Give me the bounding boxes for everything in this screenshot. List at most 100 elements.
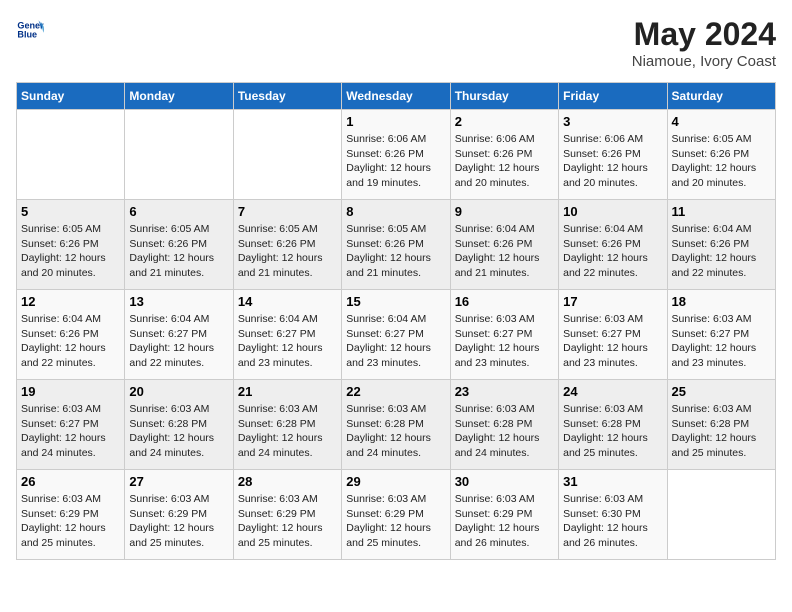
calendar-cell: 7 Sunrise: 6:05 AM Sunset: 6:26 PM Daylig… <box>233 200 341 290</box>
location-subtitle: Niamoue, Ivory Coast <box>632 53 776 70</box>
day-info: Sunrise: 6:03 AM Sunset: 6:28 PM Dayligh… <box>346 402 445 461</box>
calendar-cell <box>17 110 125 200</box>
calendar-cell: 2 Sunrise: 6:06 AM Sunset: 6:26 PM Daylig… <box>450 110 558 200</box>
day-number: 1 <box>346 114 445 129</box>
day-number: 23 <box>455 384 554 399</box>
day-info: Sunrise: 6:03 AM Sunset: 6:29 PM Dayligh… <box>346 492 445 551</box>
calendar-cell: 28 Sunrise: 6:03 AM Sunset: 6:29 PM Dayli… <box>233 470 341 560</box>
day-number: 3 <box>563 114 662 129</box>
day-number: 18 <box>672 294 771 309</box>
weekday-header-thursday: Thursday <box>450 83 558 110</box>
day-number: 2 <box>455 114 554 129</box>
week-row-2: 5 Sunrise: 6:05 AM Sunset: 6:26 PM Daylig… <box>17 200 776 290</box>
day-info: Sunrise: 6:04 AM Sunset: 6:27 PM Dayligh… <box>346 312 445 371</box>
calendar-cell: 8 Sunrise: 6:05 AM Sunset: 6:26 PM Daylig… <box>342 200 450 290</box>
week-row-5: 26Sunrise: 6:03 AM Sunset: 6:29 PM Dayli… <box>17 470 776 560</box>
day-number: 25 <box>672 384 771 399</box>
calendar-cell: 6 Sunrise: 6:05 AM Sunset: 6:26 PM Daylig… <box>125 200 233 290</box>
calendar-cell: 16 Sunrise: 6:03 AM Sunset: 6:27 PM Dayli… <box>450 290 558 380</box>
calendar-table: SundayMondayTuesdayWednesdayThursdayFrid… <box>16 82 776 560</box>
day-number: 5 <box>21 204 120 219</box>
day-number: 20 <box>129 384 228 399</box>
day-number: 31 <box>563 474 662 489</box>
calendar-cell: 25 Sunrise: 6:03 AM Sunset: 6:28 PM Dayli… <box>667 380 775 470</box>
day-info: Sunrise: 6:03 AM Sunset: 6:30 PM Dayligh… <box>563 492 662 551</box>
day-info: Sunrise: 6:03 AM Sunset: 6:29 PM Dayligh… <box>238 492 337 551</box>
logo: General Blue <box>16 16 44 44</box>
day-info: Sunrise: 6:04 AM Sunset: 6:26 PM Dayligh… <box>672 222 771 281</box>
calendar-cell <box>233 110 341 200</box>
day-number: 19 <box>21 384 120 399</box>
calendar-cell: 22 Sunrise: 6:03 AM Sunset: 6:28 PM Dayli… <box>342 380 450 470</box>
calendar-cell <box>125 110 233 200</box>
day-number: 13 <box>129 294 228 309</box>
day-info: Sunrise: 6:04 AM Sunset: 6:26 PM Dayligh… <box>563 222 662 281</box>
calendar-cell: 9Sunrise: 6:04 AM Sunset: 6:26 PM Daylig… <box>450 200 558 290</box>
calendar-cell: 3 Sunrise: 6:06 AM Sunset: 6:26 PM Daylig… <box>559 110 667 200</box>
calendar-cell: 31 Sunrise: 6:03 AM Sunset: 6:30 PM Dayli… <box>559 470 667 560</box>
calendar-cell: 29 Sunrise: 6:03 AM Sunset: 6:29 PM Dayli… <box>342 470 450 560</box>
day-info: Sunrise: 6:04 AM Sunset: 6:27 PM Dayligh… <box>238 312 337 371</box>
calendar-cell: 23 Sunrise: 6:03 AM Sunset: 6:28 PM Dayli… <box>450 380 558 470</box>
weekday-header-monday: Monday <box>125 83 233 110</box>
month-year-title: May 2024 <box>632 16 776 53</box>
week-row-3: 12Sunrise: 6:04 AM Sunset: 6:26 PM Dayli… <box>17 290 776 380</box>
weekday-header-wednesday: Wednesday <box>342 83 450 110</box>
day-number: 10 <box>563 204 662 219</box>
day-number: 29 <box>346 474 445 489</box>
day-info: Sunrise: 6:03 AM Sunset: 6:28 PM Dayligh… <box>563 402 662 461</box>
calendar-cell: 21 Sunrise: 6:03 AM Sunset: 6:28 PM Dayli… <box>233 380 341 470</box>
title-block: May 2024 Niamoue, Ivory Coast <box>632 16 776 70</box>
day-number: 24 <box>563 384 662 399</box>
calendar-cell: 27 Sunrise: 6:03 AM Sunset: 6:29 PM Dayli… <box>125 470 233 560</box>
day-info: Sunrise: 6:03 AM Sunset: 6:29 PM Dayligh… <box>129 492 228 551</box>
day-info: Sunrise: 6:03 AM Sunset: 6:28 PM Dayligh… <box>129 402 228 461</box>
day-number: 27 <box>129 474 228 489</box>
weekday-header-friday: Friday <box>559 83 667 110</box>
day-info: Sunrise: 6:03 AM Sunset: 6:28 PM Dayligh… <box>672 402 771 461</box>
calendar-cell <box>667 470 775 560</box>
calendar-cell: 24 Sunrise: 6:03 AM Sunset: 6:28 PM Dayli… <box>559 380 667 470</box>
day-number: 16 <box>455 294 554 309</box>
calendar-cell: 17Sunrise: 6:03 AM Sunset: 6:27 PM Dayli… <box>559 290 667 380</box>
weekday-header-row: SundayMondayTuesdayWednesdayThursdayFrid… <box>17 83 776 110</box>
day-number: 8 <box>346 204 445 219</box>
day-number: 12 <box>21 294 120 309</box>
day-info: Sunrise: 6:05 AM Sunset: 6:26 PM Dayligh… <box>129 222 228 281</box>
day-info: Sunrise: 6:05 AM Sunset: 6:26 PM Dayligh… <box>672 132 771 191</box>
calendar-cell: 5 Sunrise: 6:05 AM Sunset: 6:26 PM Daylig… <box>17 200 125 290</box>
calendar-cell: 4Sunrise: 6:05 AM Sunset: 6:26 PM Daylig… <box>667 110 775 200</box>
day-info: Sunrise: 6:06 AM Sunset: 6:26 PM Dayligh… <box>346 132 445 191</box>
day-info: Sunrise: 6:05 AM Sunset: 6:26 PM Dayligh… <box>21 222 120 281</box>
day-number: 6 <box>129 204 228 219</box>
day-info: Sunrise: 6:05 AM Sunset: 6:26 PM Dayligh… <box>346 222 445 281</box>
day-info: Sunrise: 6:03 AM Sunset: 6:28 PM Dayligh… <box>238 402 337 461</box>
calendar-cell: 15 Sunrise: 6:04 AM Sunset: 6:27 PM Dayli… <box>342 290 450 380</box>
day-info: Sunrise: 6:06 AM Sunset: 6:26 PM Dayligh… <box>563 132 662 191</box>
calendar-cell: 12Sunrise: 6:04 AM Sunset: 6:26 PM Dayli… <box>17 290 125 380</box>
day-info: Sunrise: 6:03 AM Sunset: 6:28 PM Dayligh… <box>455 402 554 461</box>
weekday-header-sunday: Sunday <box>17 83 125 110</box>
day-number: 21 <box>238 384 337 399</box>
day-info: Sunrise: 6:03 AM Sunset: 6:29 PM Dayligh… <box>21 492 120 551</box>
day-number: 15 <box>346 294 445 309</box>
week-row-4: 19Sunrise: 6:03 AM Sunset: 6:27 PM Dayli… <box>17 380 776 470</box>
day-number: 7 <box>238 204 337 219</box>
day-info: Sunrise: 6:03 AM Sunset: 6:29 PM Dayligh… <box>455 492 554 551</box>
calendar-cell: 30Sunrise: 6:03 AM Sunset: 6:29 PM Dayli… <box>450 470 558 560</box>
day-number: 17 <box>563 294 662 309</box>
calendar-cell: 10 Sunrise: 6:04 AM Sunset: 6:26 PM Dayli… <box>559 200 667 290</box>
calendar-cell: 11 Sunrise: 6:04 AM Sunset: 6:26 PM Dayli… <box>667 200 775 290</box>
day-number: 14 <box>238 294 337 309</box>
calendar-cell: 13 Sunrise: 6:04 AM Sunset: 6:27 PM Dayli… <box>125 290 233 380</box>
calendar-cell: 19Sunrise: 6:03 AM Sunset: 6:27 PM Dayli… <box>17 380 125 470</box>
day-info: Sunrise: 6:04 AM Sunset: 6:27 PM Dayligh… <box>129 312 228 371</box>
day-info: Sunrise: 6:04 AM Sunset: 6:26 PM Dayligh… <box>455 222 554 281</box>
day-number: 28 <box>238 474 337 489</box>
day-info: Sunrise: 6:06 AM Sunset: 6:26 PM Dayligh… <box>455 132 554 191</box>
day-number: 11 <box>672 204 771 219</box>
day-info: Sunrise: 6:05 AM Sunset: 6:26 PM Dayligh… <box>238 222 337 281</box>
day-info: Sunrise: 6:03 AM Sunset: 6:27 PM Dayligh… <box>455 312 554 371</box>
weekday-header-saturday: Saturday <box>667 83 775 110</box>
day-number: 22 <box>346 384 445 399</box>
